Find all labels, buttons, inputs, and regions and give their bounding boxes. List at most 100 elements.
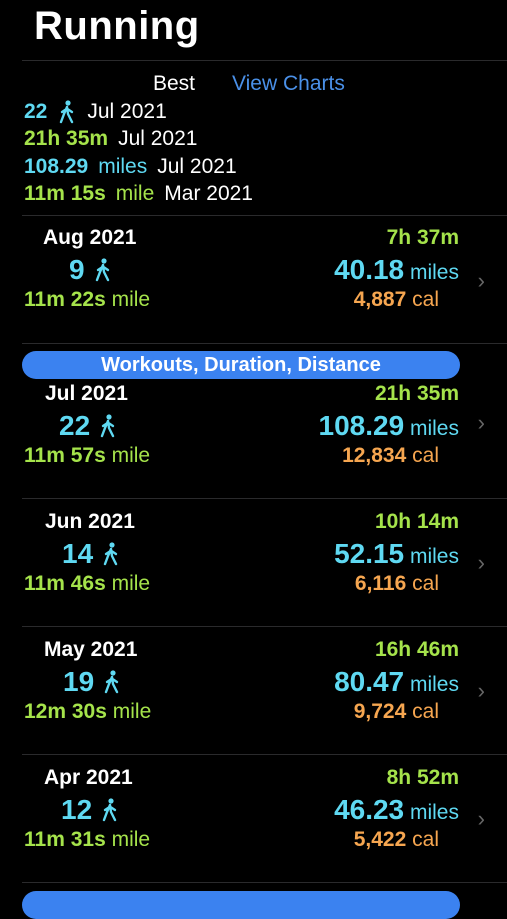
workouts-duration-distance-button[interactable]: Workouts, Duration, Distance	[22, 351, 460, 379]
duration: 21h 35m	[374, 382, 459, 405]
section-pill-partial[interactable]	[22, 891, 460, 919]
workout-count-value: 22	[59, 410, 91, 441]
calories: 5,422 cal	[354, 828, 439, 852]
workout-count-value: 14	[62, 538, 94, 569]
chevron-right-icon: ›	[477, 550, 485, 575]
pace: 11m 31s mile	[24, 828, 150, 852]
pace: 12m 30s mile	[24, 700, 151, 724]
calories-unit: cal	[412, 700, 439, 723]
month-name: Jun 2021	[45, 510, 135, 533]
pace: 11m 46s mile	[24, 572, 150, 596]
workout-count-value: 9	[69, 254, 85, 285]
best-duration-value: 21h 35m	[24, 127, 109, 150]
divider	[22, 626, 507, 627]
best-row-workouts: 22 Jul 2021	[24, 100, 167, 124]
workout-count: 14	[62, 538, 121, 570]
calories: 9,724 cal	[354, 700, 439, 724]
walk-icon	[103, 542, 118, 566]
walk-icon	[60, 100, 74, 124]
best-row-pace: 11m 15s mile Mar 2021	[24, 182, 253, 206]
walk-icon	[102, 798, 117, 822]
best-row-distance: 108.29 miles Jul 2021	[24, 155, 237, 179]
distance: 40.18 miles	[334, 254, 459, 286]
chevron-right-icon: ›	[477, 806, 485, 831]
distance-unit: miles	[409, 417, 459, 440]
walk-icon	[100, 414, 115, 438]
calories-value: 9,724	[353, 700, 407, 723]
best-row-duration: 21h 35m Jul 2021	[24, 127, 197, 151]
best-distance-unit: miles	[98, 155, 148, 178]
distance-unit: miles	[409, 261, 459, 284]
month-row-aug-2021[interactable]: Aug 2021 9 11m 22s mile 7h 37m 40.18 mil…	[0, 226, 507, 354]
best-workouts-date: Jul 2021	[87, 100, 167, 123]
distance-value: 108.29	[318, 410, 405, 441]
workout-count: 12	[61, 794, 120, 826]
chevron-right-icon: ›	[477, 678, 485, 703]
month-name: Jul 2021	[45, 382, 128, 405]
calories-unit: cal	[412, 572, 439, 595]
pace-unit: mile	[111, 572, 151, 595]
workout-count-value: 12	[61, 794, 93, 825]
pace-value: 11m 31s	[24, 828, 106, 851]
chevron-right-icon: ›	[477, 268, 485, 293]
workout-count: 9	[69, 254, 113, 286]
pace: 11m 57s mile	[24, 444, 150, 468]
distance-value: 80.47	[334, 666, 405, 697]
month-row-apr-2021[interactable]: Apr 2021 12 11m 31s mile 8h 52m 46.23 mi…	[0, 766, 507, 894]
pace-value: 11m 57s	[24, 444, 106, 467]
view-charts-link[interactable]: View Charts	[232, 72, 345, 96]
pace-unit: mile	[111, 444, 151, 467]
pace-unit: mile	[111, 288, 151, 311]
chevron-right-icon: ›	[477, 410, 485, 435]
month-row-may-2021[interactable]: May 2021 19 12m 30s mile 16h 46m 80.47 m…	[0, 638, 507, 766]
calories: 12,834 cal	[342, 444, 439, 468]
month-row-jul-2021[interactable]: Jul 2021 22 11m 57s mile 21h 35m 108.29 …	[0, 382, 507, 510]
calories: 4,887 cal	[354, 288, 439, 312]
pace-value: 12m 30s	[24, 700, 107, 723]
walk-icon	[95, 258, 109, 282]
month-row-jun-2021[interactable]: Jun 2021 14 11m 46s mile 10h 14m 52.15 m…	[0, 510, 507, 638]
distance-value: 46.23	[334, 794, 405, 825]
distance: 46.23 miles	[334, 794, 459, 826]
calories-unit: cal	[412, 828, 439, 851]
pace-value: 11m 22s	[24, 288, 106, 311]
divider	[22, 60, 507, 61]
month-name: May 2021	[44, 638, 138, 661]
calories-value: 12,834	[342, 444, 407, 467]
calories-unit: cal	[412, 288, 439, 311]
best-duration-date: Jul 2021	[118, 127, 198, 150]
best-pace-date: Mar 2021	[164, 182, 253, 205]
calories-unit: cal	[412, 444, 439, 467]
best-workouts-value: 22	[24, 100, 48, 123]
calories-value: 6,116	[354, 572, 407, 595]
distance-value: 52.15	[334, 538, 405, 569]
workout-count-value: 19	[63, 666, 95, 697]
calories-value: 5,422	[353, 828, 407, 851]
page-title: Running	[34, 4, 200, 48]
best-pace-unit: mile	[115, 182, 155, 205]
divider	[22, 754, 507, 755]
best-label: Best	[153, 72, 196, 95]
divider	[22, 498, 507, 499]
distance-unit: miles	[409, 801, 459, 824]
divider	[22, 882, 507, 883]
pace-unit: mile	[112, 700, 152, 723]
calories-value: 4,887	[353, 288, 407, 311]
distance: 108.29 miles	[319, 410, 460, 442]
pace-unit: mile	[111, 828, 151, 851]
calories: 6,116 cal	[355, 572, 439, 596]
month-name: Aug 2021	[43, 226, 137, 249]
divider	[22, 343, 507, 344]
distance: 52.15 miles	[334, 538, 459, 570]
workout-count: 22	[59, 410, 118, 442]
distance: 80.47 miles	[334, 666, 459, 698]
distance-value: 40.18	[334, 254, 405, 285]
distance-unit: miles	[409, 673, 459, 696]
duration: 10h 14m	[374, 510, 459, 533]
distance-unit: miles	[409, 545, 459, 568]
workout-count: 19	[63, 666, 122, 698]
walk-icon	[104, 670, 119, 694]
pace-value: 11m 46s	[24, 572, 106, 595]
duration: 7h 37m	[386, 226, 459, 249]
duration: 16h 46m	[374, 638, 459, 661]
